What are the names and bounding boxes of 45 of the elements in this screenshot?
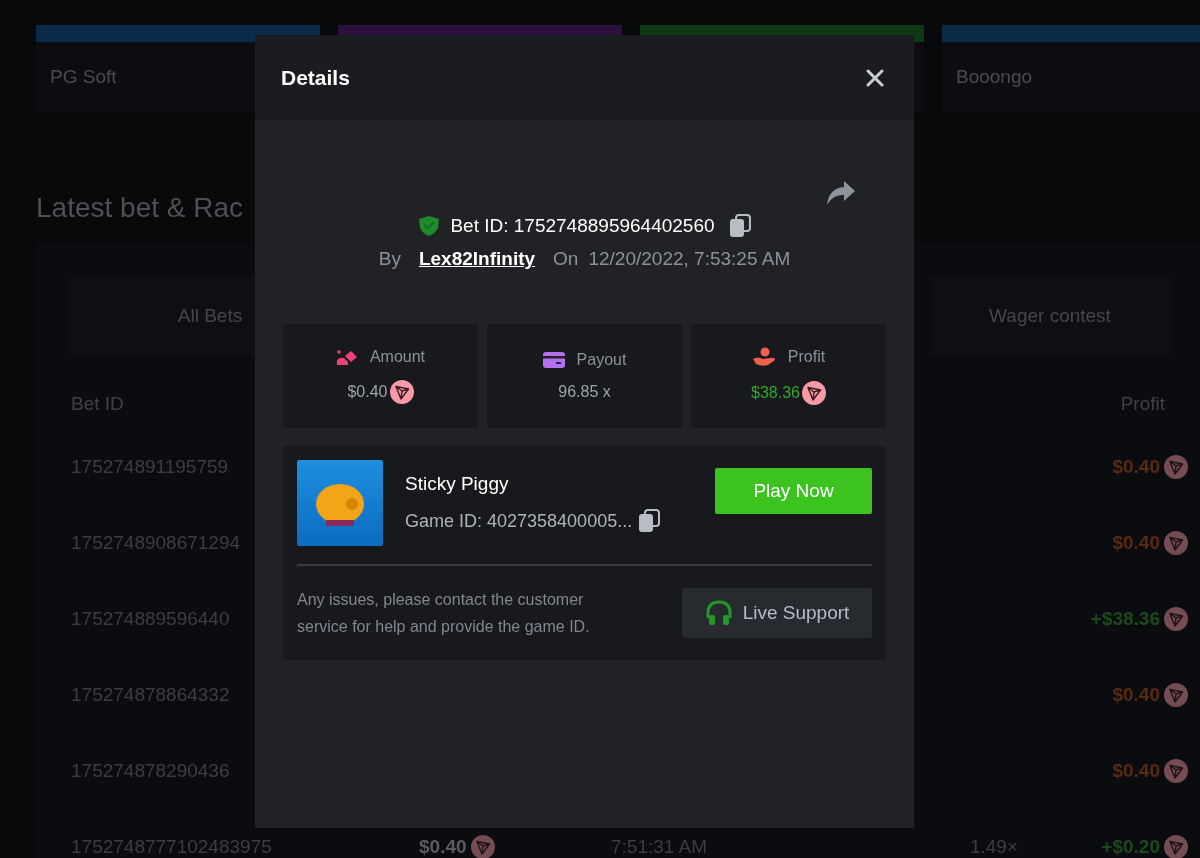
profit-cell: +$0.20 bbox=[1101, 836, 1160, 858]
card-icon bbox=[542, 351, 565, 369]
shield-icon bbox=[418, 215, 441, 237]
coin-icon bbox=[1164, 683, 1188, 707]
live-support-button[interactable]: Live Support bbox=[682, 588, 872, 638]
stat-value: $38.36 bbox=[751, 384, 800, 402]
close-icon bbox=[866, 68, 884, 87]
support-note: Any issues, please contact the customer service for help and provide the game ID. bbox=[297, 590, 591, 637]
section-heading: Latest bet & Rac bbox=[36, 192, 243, 224]
hand-gem-icon bbox=[335, 348, 358, 366]
stat-label: Payout bbox=[576, 351, 627, 369]
headset-icon bbox=[704, 600, 733, 626]
copy-icon[interactable] bbox=[728, 214, 751, 238]
share-button[interactable] bbox=[826, 180, 856, 206]
bet-date: 12/20/2022, 7:53:25 AM bbox=[588, 248, 791, 270]
profit-cell: $0.40 bbox=[1112, 532, 1160, 554]
copy-icon[interactable] bbox=[638, 509, 661, 533]
provider-name: PG Soft bbox=[50, 66, 117, 88]
username-link[interactable]: Lex82Infinity bbox=[418, 248, 536, 270]
bet-id-text: Bet ID: 1752748895964402560 bbox=[450, 215, 715, 237]
share-icon bbox=[826, 180, 856, 206]
stat-value: $0.40 bbox=[347, 383, 388, 401]
stat-label: Profit bbox=[787, 348, 826, 366]
profit-cell: $0.40 bbox=[1112, 684, 1160, 706]
profit-cell: $0.40 bbox=[1112, 456, 1160, 478]
stat-value: 96.85 x bbox=[558, 383, 611, 401]
coin-icon bbox=[470, 835, 495, 858]
profit-cell: $0.40 bbox=[1112, 760, 1160, 782]
game-name: Sticky Piggy bbox=[405, 473, 510, 495]
by-label: By bbox=[378, 248, 401, 270]
play-now-button[interactable]: Play Now bbox=[715, 468, 872, 514]
stat-label: Amount bbox=[369, 348, 426, 366]
on-label: On bbox=[553, 248, 579, 269]
coin-icon bbox=[1164, 607, 1188, 631]
close-button[interactable] bbox=[866, 68, 884, 87]
coin-icon bbox=[1164, 759, 1188, 783]
profit-cell: +$38.36 bbox=[1090, 608, 1160, 630]
provider-card[interactable]: Booongo bbox=[942, 25, 1200, 112]
coin-icon bbox=[1164, 835, 1188, 858]
game-id-text: Game ID: 4027358400005... bbox=[405, 510, 633, 532]
coin-icon bbox=[1164, 531, 1188, 555]
coin-icon bbox=[1164, 455, 1188, 479]
hand-person-icon bbox=[751, 347, 776, 367]
amount-cell: $0.40 bbox=[419, 836, 467, 858]
provider-name: Booongo bbox=[956, 66, 1033, 88]
